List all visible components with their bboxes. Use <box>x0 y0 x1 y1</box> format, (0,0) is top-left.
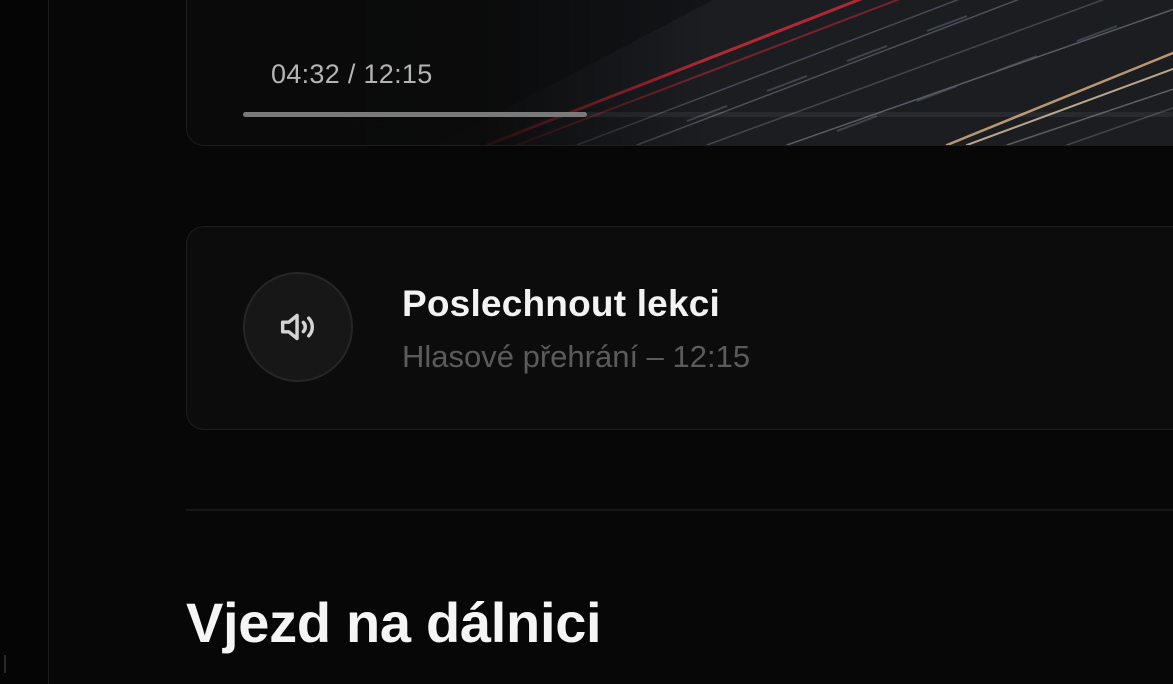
left-rail-marker <box>4 655 6 673</box>
listen-lesson-subtitle: Hlasové přehrání – 12:15 <box>402 339 751 374</box>
speaker-icon <box>280 313 314 341</box>
audio-play-button[interactable] <box>243 272 353 382</box>
section-divider <box>186 509 1173 511</box>
section-heading: Vjezd na dálnici <box>186 591 602 654</box>
video-progress-bar[interactable] <box>243 112 1173 117</box>
video-progress-fill <box>243 112 588 117</box>
video-time-display: 04:32 / 12:15 <box>271 59 433 89</box>
video-player[interactable]: 04:32 / 12:15 <box>186 0 1173 146</box>
page: 04:32 / 12:15 Poslechnout lekci Hlasové … <box>0 0 1173 684</box>
listen-lesson-card[interactable]: Poslechnout lekci Hlasové přehrání – 12:… <box>186 226 1173 430</box>
listen-lesson-title: Poslechnout lekci <box>402 283 720 324</box>
left-rail <box>0 0 49 684</box>
